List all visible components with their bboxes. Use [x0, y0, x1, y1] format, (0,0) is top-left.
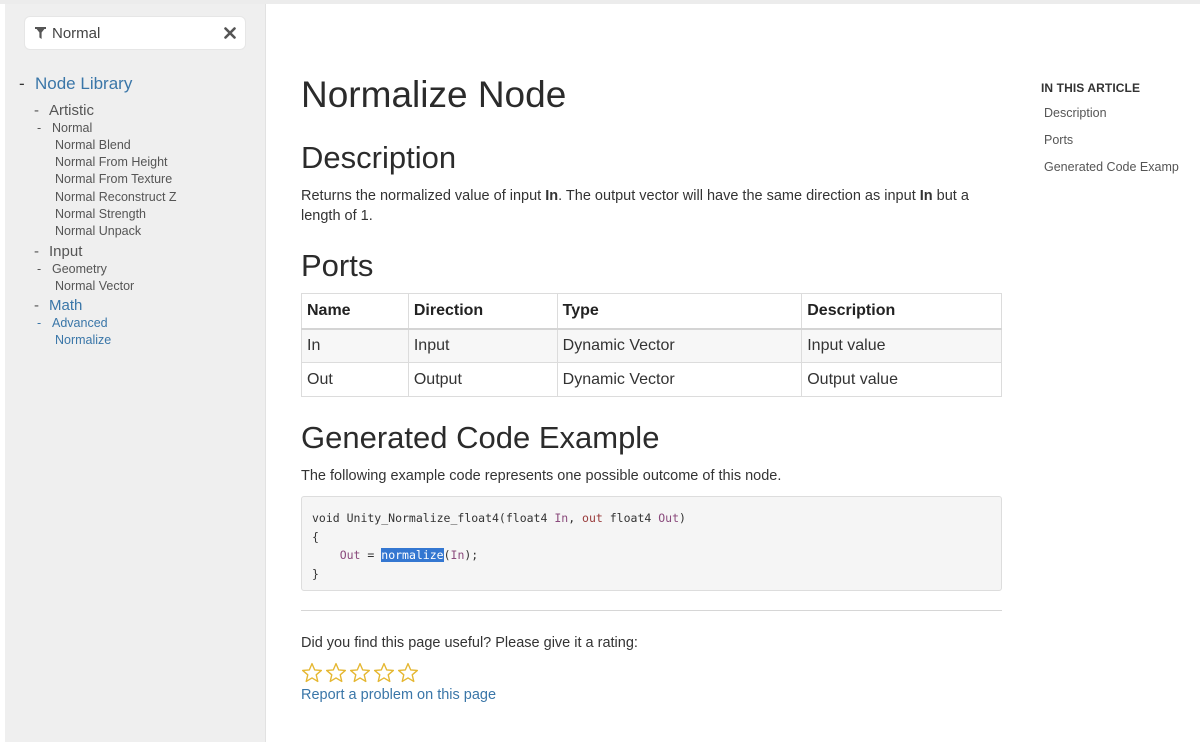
code-block[interactable]: void Unity_Normalize_float4(float4 In, o…: [301, 496, 1002, 591]
tree-item-normal-reconstruct-z[interactable]: Normal Reconstruct Z: [55, 190, 177, 204]
tree-item-normal[interactable]: - Normal: [37, 121, 92, 135]
tree-item-normal-vector[interactable]: Normal Vector: [55, 279, 134, 293]
tree-item-artistic[interactable]: - Artistic: [34, 102, 94, 119]
column-header: Type: [556, 293, 803, 330]
tree-item-label: Geometry: [52, 262, 107, 276]
table-cell: Output value: [801, 362, 1002, 397]
table-row: In Input Dynamic Vector Input value: [301, 328, 1002, 363]
table-row: Out Output Dynamic Vector Output value: [301, 362, 1002, 397]
table-cell: Dynamic Vector: [556, 328, 803, 363]
tree-item-label: Input: [49, 243, 83, 260]
rating-stars: [301, 662, 419, 684]
ports-heading: Ports: [301, 248, 374, 283]
star-icon-4[interactable]: [373, 662, 395, 684]
tree-item-geometry[interactable]: - Geometry: [37, 262, 107, 276]
table-cell: Input: [407, 328, 558, 363]
collapse-dash-icon: -: [37, 121, 42, 135]
table-cell: In: [301, 328, 409, 363]
tree-item-node-library[interactable]: - Node Library: [19, 74, 132, 94]
toc-item-description[interactable]: Description: [1044, 106, 1107, 120]
toc-heading: IN THIS ARTICLE: [1041, 81, 1141, 95]
tree-item-advanced[interactable]: - Advanced: [37, 316, 108, 330]
tree-item-normalize[interactable]: Normalize: [55, 333, 111, 347]
clear-filter-icon[interactable]: [222, 25, 238, 41]
page-title: Normalize Node: [301, 74, 567, 115]
sidebar: Normal - Node Library - Artistic - Normal N…: [5, 4, 266, 742]
collapse-dash-icon: -: [19, 74, 25, 93]
star-icon-1[interactable]: [301, 662, 323, 684]
rating-prompt: Did you find this page useful? Please gi…: [301, 635, 638, 651]
table-cell: Output: [407, 362, 558, 397]
table-cell: Dynamic Vector: [556, 362, 803, 397]
tree-item-label: Artistic: [49, 102, 94, 119]
code-intro-text: The following example code represents on…: [301, 468, 782, 484]
filter-input[interactable]: Normal: [52, 25, 222, 42]
code-line: Out = normalize(In);: [339, 548, 479, 562]
table-header-row: Name Direction Type Description: [301, 293, 1002, 330]
table-cell: Out: [301, 362, 409, 397]
tree-item-input[interactable]: - Input: [34, 243, 82, 260]
collapse-dash-icon: -: [37, 262, 42, 276]
code-example-heading: Generated Code Example: [301, 420, 660, 455]
ports-table: Name Direction Type Description In Input…: [301, 293, 1002, 397]
divider: [301, 610, 1002, 611]
collapse-dash-icon: -: [34, 243, 39, 260]
star-icon-5[interactable]: [397, 662, 419, 684]
tree-item-label: Node Library: [35, 74, 133, 93]
tree-item-normal-strength[interactable]: Normal Strength: [55, 207, 146, 221]
toc-item-generated-code-example[interactable]: Generated Code Examp: [1044, 160, 1179, 174]
code-line: void Unity_Normalize_float4(float4 In, o…: [312, 511, 686, 525]
tree-item-normal-from-texture[interactable]: Normal From Texture: [55, 172, 172, 186]
column-header: Description: [801, 293, 1002, 330]
code-line: {: [312, 529, 319, 544]
code-line: }: [312, 566, 319, 581]
toc-item-ports[interactable]: Ports: [1044, 133, 1073, 147]
column-header: Direction: [407, 293, 558, 330]
tree-item-label: Normal: [52, 121, 93, 135]
tree-item-label: Advanced: [52, 316, 108, 330]
star-icon-2[interactable]: [325, 662, 347, 684]
table-cell: Input value: [801, 328, 1002, 363]
collapse-dash-icon: -: [34, 297, 39, 314]
filter-icon: [33, 25, 47, 41]
tree-item-label: Math: [49, 297, 83, 314]
description-heading: Description: [301, 140, 457, 175]
tree-item-normal-unpack[interactable]: Normal Unpack: [55, 224, 141, 238]
selected-text: normalize: [381, 548, 444, 562]
collapse-dash-icon: -: [34, 102, 39, 119]
tree-item-normal-from-height[interactable]: Normal From Height: [55, 155, 168, 169]
description-text: Returns the normalized value of input In…: [301, 188, 969, 224]
tree-item-math[interactable]: - Math: [34, 297, 82, 314]
filter-field[interactable]: Normal: [25, 17, 245, 49]
column-header: Name: [301, 293, 409, 330]
tree-item-normal-blend[interactable]: Normal Blend: [55, 138, 131, 152]
collapse-dash-icon: -: [37, 316, 42, 330]
report-problem-link[interactable]: Report a problem on this page: [301, 687, 496, 703]
star-icon-3[interactable]: [349, 662, 371, 684]
